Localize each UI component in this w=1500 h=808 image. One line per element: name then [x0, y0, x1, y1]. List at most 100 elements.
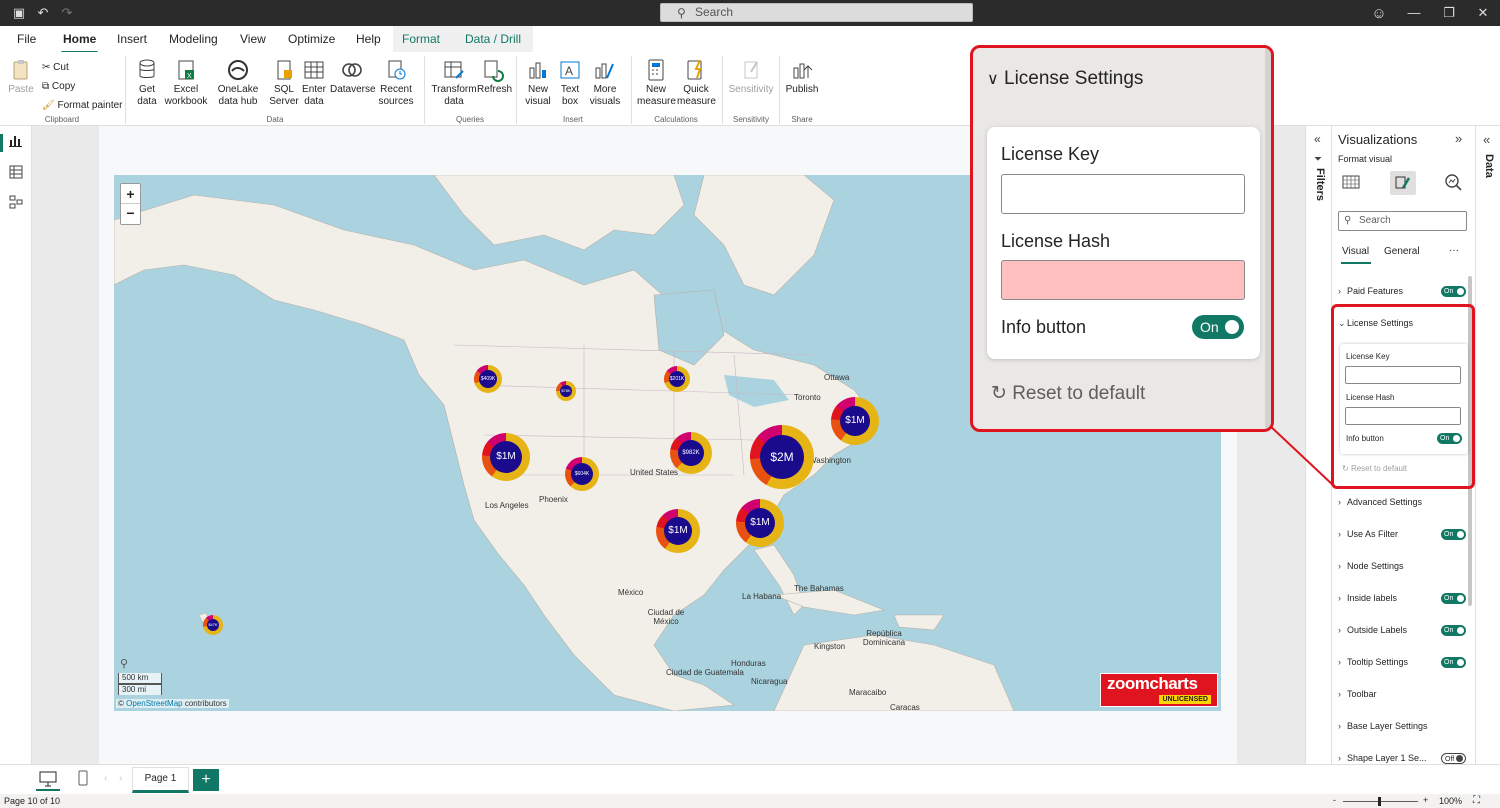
map-bubble[interactable]: $1M — [482, 433, 530, 481]
paste-button[interactable]: Paste — [8, 58, 34, 96]
data-pane-title: Data — [1483, 154, 1495, 178]
excel-workbook-button[interactable]: X Excel workbook — [164, 58, 208, 108]
section-outside-labels[interactable]: › Outside Labels On — [1338, 620, 1469, 640]
osm-link[interactable]: OpenStreetMap — [126, 699, 182, 708]
section-advanced-settings[interactable]: › Advanced Settings — [1338, 492, 1469, 512]
sensitivity-button[interactable]: Sensitivity — [728, 58, 774, 96]
section-toolbar[interactable]: › Toolbar — [1338, 684, 1469, 704]
tab-view[interactable]: View — [240, 32, 266, 46]
map-bubble[interactable]: $1M — [736, 499, 784, 547]
more-visuals-button[interactable]: More visuals — [586, 58, 624, 108]
mobile-layout-icon[interactable] — [77, 770, 89, 786]
title-search-input[interactable]: ⚲ Search — [660, 3, 973, 22]
add-page-button[interactable]: + — [193, 769, 219, 791]
more-options-icon[interactable]: ··· — [1449, 245, 1459, 256]
paid-features-toggle[interactable]: On — [1441, 286, 1466, 297]
outside-labels-toggle[interactable]: On — [1441, 625, 1466, 636]
recent-sources-button[interactable]: Recent sources — [374, 58, 418, 108]
section-tooltip-settings[interactable]: › Tooltip Settings On — [1338, 652, 1469, 672]
publish-button[interactable]: Publish — [785, 58, 819, 96]
tooltip-settings-toggle[interactable]: On — [1441, 657, 1466, 668]
table-view-icon[interactable] — [9, 165, 23, 179]
map-bubble[interactable]: $2M — [750, 425, 814, 489]
tab-modeling[interactable]: Modeling — [169, 32, 218, 46]
map-attribution: © OpenStreetMap contributors — [116, 699, 229, 708]
format-visual-tab[interactable] — [1390, 171, 1416, 195]
collapse-filters-icon[interactable]: « — [1314, 132, 1321, 146]
expand-pane-icon[interactable]: » — [1455, 131, 1462, 146]
page-tab-page-1[interactable]: Page 1 — [132, 767, 189, 793]
section-base-layer-settings[interactable]: › Base Layer Settings — [1338, 716, 1469, 736]
expand-data-icon[interactable]: « — [1483, 132, 1490, 147]
tab-home[interactable]: Home — [60, 32, 99, 54]
format-painter-button[interactable]: 🖌 Format painter — [42, 96, 123, 115]
viz-search-input[interactable]: ⚲ Search — [1338, 211, 1467, 231]
redo-icon[interactable]: ↷ — [60, 6, 74, 20]
zoom-reset-to-default[interactable]: ↻ Reset to default — [991, 382, 1145, 405]
section-use-as-filter[interactable]: › Use As Filter On — [1338, 524, 1469, 544]
tab-visual[interactable]: Visual — [1342, 246, 1369, 257]
restore-button[interactable]: ❐ — [1440, 5, 1458, 21]
tab-format[interactable]: Format — [402, 32, 440, 46]
build-visual-icon[interactable] — [1342, 173, 1360, 191]
map-bubble[interactable]: $1M — [831, 397, 879, 445]
use-as-filter-toggle[interactable]: On — [1441, 529, 1466, 540]
tab-help[interactable]: Help — [356, 32, 381, 46]
map-zoom-out-button[interactable]: − — [121, 204, 140, 224]
get-data-button[interactable]: Get data — [132, 58, 162, 108]
onelake-data-hub-button[interactable]: OneLake data hub — [208, 58, 268, 108]
map-bubble[interactable]: $201K — [664, 366, 690, 392]
onelake-icon — [228, 60, 248, 80]
tab-optimize[interactable]: Optimize — [288, 32, 335, 46]
map-bubble[interactable]: $78K — [556, 381, 576, 401]
map-bubble[interactable]: $409K — [474, 365, 502, 393]
map-bubble[interactable]: $982K — [670, 432, 712, 474]
zoom-license-hash-input[interactable] — [1001, 260, 1245, 300]
account-icon[interactable]: ☺ — [1370, 5, 1388, 22]
map-zoom-in-button[interactable]: + — [121, 184, 140, 204]
report-view-icon[interactable] — [9, 134, 23, 148]
tab-data-drill[interactable]: Data / Drill — [465, 32, 521, 46]
map-bubble[interactable]: $47K — [203, 615, 223, 635]
copy-button[interactable]: ⧉ Copy — [42, 77, 123, 96]
zoom-in-button[interactable]: + — [1423, 795, 1428, 805]
section-node-settings[interactable]: › Node Settings — [1338, 556, 1469, 576]
sql-server-button[interactable]: SQL Server — [268, 58, 300, 108]
refresh-button[interactable]: Refresh — [477, 58, 512, 96]
quick-measure-button[interactable]: Quick measure — [677, 58, 716, 108]
enter-data-button[interactable]: Enter data — [300, 58, 328, 108]
section-paid-features[interactable]: › Paid Features On — [1338, 281, 1469, 301]
zoom-info-button-toggle[interactable]: On — [1192, 315, 1244, 339]
next-page-icon[interactable]: › — [119, 773, 122, 784]
dataverse-button[interactable]: Dataverse — [330, 58, 376, 96]
data-pane[interactable]: « Data — [1475, 126, 1500, 794]
desktop-layout-icon[interactable] — [39, 771, 57, 787]
cut-button[interactable]: ✂ Cut — [42, 58, 123, 77]
prev-page-icon[interactable]: ‹ — [104, 773, 107, 784]
close-button[interactable]: ✕ — [1474, 5, 1492, 21]
ribbon: Paste ✂ Cut ⧉ Copy 🖌 Format painter Clip… — [0, 52, 1500, 126]
tab-general[interactable]: General — [1384, 246, 1420, 257]
tab-file[interactable]: File — [17, 32, 36, 46]
tab-insert[interactable]: Insert — [117, 32, 147, 46]
new-measure-button[interactable]: New measure — [637, 58, 676, 108]
zoom-slider-thumb[interactable] — [1378, 797, 1381, 806]
fit-to-page-icon[interactable]: ⛶ — [1473, 795, 1480, 806]
undo-icon[interactable]: ↶ — [36, 6, 50, 20]
zoom-header[interactable]: ∨ License Settings — [987, 68, 1143, 90]
minimize-button[interactable]: — — [1405, 5, 1423, 20]
map-bubble[interactable]: $1M — [656, 509, 700, 553]
new-visual-button[interactable]: New visual — [522, 58, 554, 108]
zoom-license-key-input[interactable] — [1001, 174, 1245, 214]
section-inside-labels[interactable]: › Inside labels On — [1338, 588, 1469, 608]
shape-layer-toggle[interactable]: Off — [1441, 753, 1466, 764]
zoom-out-button[interactable]: - — [1333, 795, 1336, 805]
save-icon[interactable]: ▣ — [12, 6, 26, 20]
map-bubble[interactable]: $604K — [565, 457, 599, 491]
zoomcharts-logo[interactable]: zoomcharts UNLICENSED — [1100, 673, 1218, 707]
analytics-icon[interactable] — [1444, 173, 1462, 191]
text-box-button[interactable]: A Text box — [556, 58, 584, 108]
transform-data-button[interactable]: Transform data — [430, 58, 478, 108]
model-view-icon[interactable] — [9, 195, 23, 209]
inside-labels-toggle[interactable]: On — [1441, 593, 1466, 604]
